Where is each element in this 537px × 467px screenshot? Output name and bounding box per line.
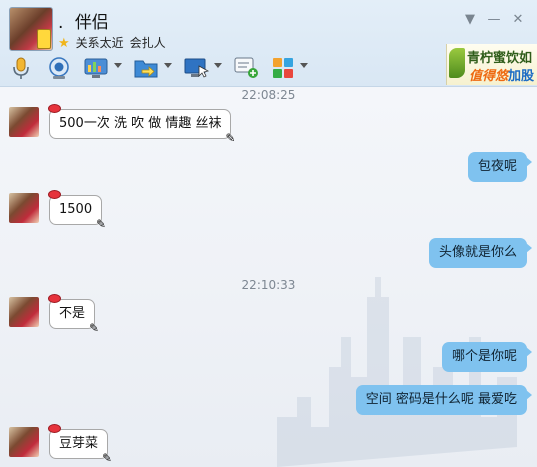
- chevron-down-icon[interactable]: [300, 63, 308, 68]
- sender-avatar[interactable]: [9, 427, 39, 457]
- app-share-button[interactable]: [84, 55, 124, 81]
- voice-call-button[interactable]: [8, 55, 34, 81]
- contact-name[interactable]: . 伴侣: [58, 8, 109, 33]
- menu-dropdown-icon[interactable]: ▼: [461, 12, 479, 27]
- ad-subtitle: 值得悠加股: [469, 69, 535, 84]
- relationship-label: 关系太近: [75, 36, 124, 50]
- send-file-button[interactable]: [134, 55, 174, 81]
- lips-icon: [48, 190, 61, 199]
- lips-icon: [48, 104, 61, 113]
- minimize-button[interactable]: —: [485, 12, 503, 27]
- chevron-down-icon[interactable]: [164, 63, 172, 68]
- bubble-notch: [526, 157, 532, 167]
- ad-banner[interactable]: 青柠蜜饮如 值得悠加股: [446, 44, 537, 85]
- incoming-message[interactable]: 豆芽菜 ✎: [48, 424, 112, 464]
- bubble-tail-icon: ✎: [101, 451, 113, 465]
- bubble-tail-icon: ✎: [88, 321, 100, 335]
- add-chat-icon: [234, 57, 258, 78]
- file-transfer-icon: [134, 60, 158, 78]
- star-icon: ★: [58, 36, 70, 51]
- timestamp: 22:10:33: [241, 278, 296, 292]
- signature-text: 会扎人: [129, 36, 166, 50]
- video-call-button[interactable]: [46, 55, 72, 81]
- bubble-tail-icon: ✎: [96, 217, 107, 231]
- close-button[interactable]: ✕: [509, 12, 527, 27]
- chevron-down-icon[interactable]: [114, 63, 122, 68]
- chat-window: . 伴侣 ★ 关系太近 会扎人 ▼ — ✕ 青柠蜜饮如 值得悠加股 22:08:…: [0, 0, 537, 467]
- mobile-online-icon: [37, 29, 51, 49]
- create-discussion-button[interactable]: [234, 55, 260, 81]
- chevron-down-icon[interactable]: [214, 63, 222, 68]
- leaf-icon: [449, 48, 465, 78]
- apps-button[interactable]: [272, 55, 312, 81]
- bubble-tail-icon: ✎: [225, 131, 236, 145]
- bubble-notch: [526, 243, 532, 253]
- incoming-message[interactable]: 500一次 洗 吹 做 情趣 丝袜 ✎: [48, 104, 235, 144]
- timestamp: 22:08:25: [241, 88, 296, 102]
- ad-title: 青柠蜜饮如: [467, 51, 533, 66]
- remote-screen-icon: [184, 58, 210, 78]
- contact-status-line: ★ 关系太近 会扎人: [58, 34, 166, 51]
- incoming-message[interactable]: 不是 ✎: [48, 294, 99, 334]
- bubble-notch: [526, 347, 532, 357]
- lips-icon: [48, 424, 61, 433]
- bubble-notch: [526, 390, 532, 400]
- outgoing-message[interactable]: 空间 密码是什么呢 最爱吃: [355, 385, 532, 415]
- app-share-icon: [84, 58, 108, 78]
- outgoing-message[interactable]: 包夜呢: [467, 152, 532, 182]
- lips-icon: [48, 294, 61, 303]
- video-camera-icon: [49, 57, 69, 79]
- window-controls: ▼ — ✕: [455, 8, 527, 27]
- remote-assist-button[interactable]: [184, 55, 224, 81]
- sender-avatar[interactable]: [9, 297, 39, 327]
- chat-header: . 伴侣 ★ 关系太近 会扎人 ▼ — ✕ 青柠蜜饮如 值得悠加股: [0, 0, 537, 87]
- incoming-message[interactable]: 1500 ✎: [48, 190, 106, 230]
- sender-avatar[interactable]: [9, 193, 39, 223]
- sender-avatar[interactable]: [9, 107, 39, 137]
- apps-grid-icon: [273, 58, 293, 78]
- outgoing-message[interactable]: 哪个是你呢: [441, 342, 532, 372]
- contact-avatar[interactable]: [9, 7, 53, 51]
- message-list[interactable]: 22:08:25 500一次 洗 吹 做 情趣 丝袜 ✎ 包夜呢 1500 ✎ …: [0, 87, 537, 467]
- microphone-icon: [13, 57, 29, 79]
- outgoing-message[interactable]: 头像就是你么: [428, 238, 532, 268]
